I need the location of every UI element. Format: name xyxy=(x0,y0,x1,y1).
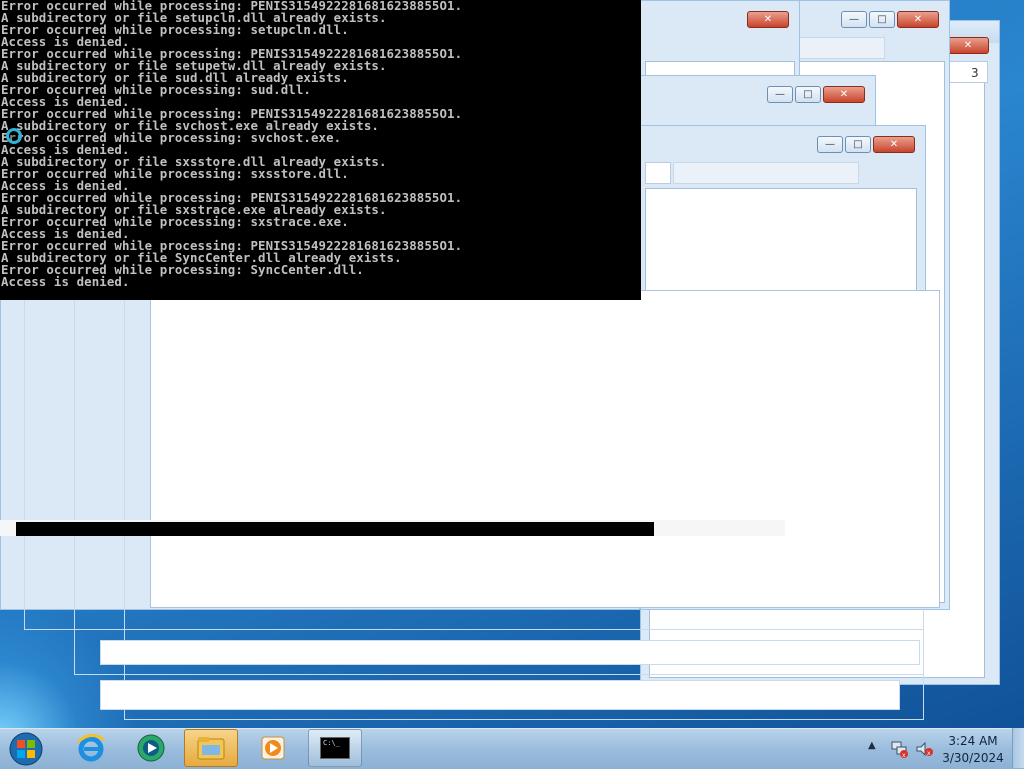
close-button[interactable]: ✕ xyxy=(947,37,989,54)
window-caption-buttons: — □ ✕ xyxy=(767,86,865,103)
ghost-window-border xyxy=(100,640,920,665)
maximize-button[interactable]: □ xyxy=(795,86,821,103)
cmd-icon-text: C:\_ xyxy=(323,739,340,747)
show-hidden-icons-button[interactable]: ▲ xyxy=(868,740,876,751)
minimize-button[interactable]: — xyxy=(841,11,867,28)
close-button[interactable]: ✕ xyxy=(873,136,915,153)
window-caption-buttons: ✕ xyxy=(947,37,989,54)
taskbar-button-command-prompt[interactable]: C:\_ xyxy=(308,729,362,767)
system-clock[interactable]: 3:24 AM 3/30/2024 xyxy=(938,733,1008,767)
close-button[interactable]: ✕ xyxy=(823,86,865,103)
show-desktop-button[interactable] xyxy=(1012,728,1024,768)
ghost-address-box: 3 xyxy=(946,61,988,83)
command-prompt-window[interactable]: Error occurred while processing: PENIS31… xyxy=(0,0,641,300)
taskbar-button-media-player[interactable] xyxy=(246,729,300,767)
console-output: Error occurred while processing: PENIS31… xyxy=(0,0,641,288)
busy-cursor-icon xyxy=(6,128,22,144)
svg-text:x: x xyxy=(902,752,906,759)
taskbar-button-internet-explorer[interactable] xyxy=(64,729,118,767)
volume-muted-icon[interactable]: x xyxy=(914,739,934,759)
media-player-icon xyxy=(261,736,285,760)
clock-date: 3/30/2024 xyxy=(942,751,1004,765)
ghost-window-border xyxy=(100,680,900,710)
folder-icon xyxy=(197,737,225,760)
window-caption-buttons: — □ ✕ xyxy=(841,11,939,28)
progress-bar-fill xyxy=(16,522,654,536)
partial-label: 3 xyxy=(971,66,979,80)
media-center-icon xyxy=(137,734,165,762)
taskbar-button-windows-explorer[interactable] xyxy=(184,729,238,767)
window-caption-buttons: — □ ✕ xyxy=(817,136,915,153)
ghost-window-border xyxy=(150,290,940,608)
minimize-button[interactable]: — xyxy=(767,86,793,103)
start-button[interactable] xyxy=(6,732,46,766)
ghost-address-box xyxy=(645,162,671,184)
close-button[interactable]: ✕ xyxy=(897,11,939,28)
cmd-icon: C:\_ xyxy=(320,737,350,759)
window-caption-buttons: ✕ xyxy=(747,11,789,28)
maximize-button[interactable]: □ xyxy=(845,136,871,153)
console-line: Access is denied. xyxy=(1,274,130,289)
maximize-button[interactable]: □ xyxy=(869,11,895,28)
svg-text:x: x xyxy=(927,750,931,757)
network-error-icon[interactable]: x xyxy=(890,739,910,759)
clock-time: 3:24 AM xyxy=(948,734,998,748)
close-button[interactable]: ✕ xyxy=(747,11,789,28)
minimize-button[interactable]: — xyxy=(817,136,843,153)
ghost-search-box xyxy=(673,162,859,184)
taskbar-button-media-center[interactable] xyxy=(124,729,178,767)
ie-icon xyxy=(76,734,105,762)
